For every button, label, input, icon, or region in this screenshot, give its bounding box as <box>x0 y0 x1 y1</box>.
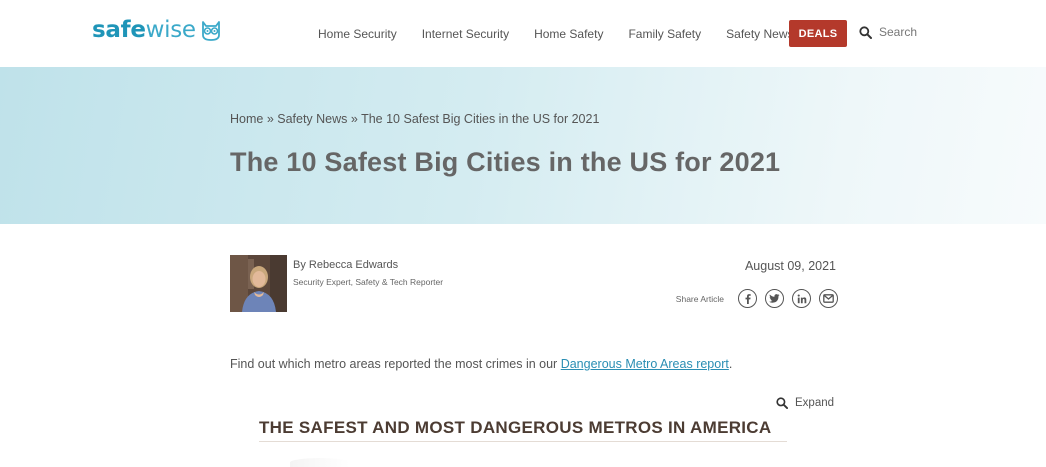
infographic-title: THE SAFEST AND MOST DANGEROUS METROS IN … <box>259 418 772 437</box>
author-name[interactable]: By Rebecca Edwards <box>293 259 398 271</box>
article-hero: Home » Safety News » The 10 Safest Big C… <box>0 67 1046 224</box>
breadcrumb-separator: » <box>347 112 362 126</box>
search-button[interactable]: Search <box>859 25 917 39</box>
breadcrumb-home[interactable]: Home <box>230 112 263 126</box>
breadcrumb: Home » Safety News » The 10 Safest Big C… <box>230 112 599 126</box>
breadcrumb-separator: » <box>263 112 278 126</box>
search-icon <box>776 397 788 409</box>
nav-internet-security[interactable]: Internet Security <box>422 27 509 41</box>
main-nav: Home Security Internet Security Home Saf… <box>318 0 819 67</box>
twitter-icon[interactable] <box>765 289 784 308</box>
intro-text-before: Find out which metro areas reported the … <box>230 357 561 371</box>
email-icon[interactable] <box>819 289 838 308</box>
page-title: The 10 Safest Big Cities in the US for 2… <box>230 147 781 177</box>
nav-safety-news[interactable]: Safety News <box>726 27 793 41</box>
deals-button[interactable]: DEALS <box>789 20 847 47</box>
intro-text-after: . <box>728 357 733 371</box>
facebook-icon[interactable] <box>738 289 757 308</box>
nav-home-safety[interactable]: Home Safety <box>534 27 603 41</box>
infographic-preview <box>290 458 350 467</box>
safewise-logo[interactable]: safewise <box>92 18 222 42</box>
logo-text-light: wise <box>145 16 196 43</box>
logo-text-strong: safe <box>92 16 146 43</box>
nav-home-security[interactable]: Home Security <box>318 27 397 41</box>
search-label: Search <box>879 25 918 39</box>
share-bar: Share Article <box>676 289 838 308</box>
share-label: Share Article <box>675 293 724 304</box>
site-header: safewise Home Security Internet Security… <box>0 0 1046 67</box>
owl-icon <box>201 21 220 41</box>
breadcrumb-safety-news[interactable]: Safety News <box>277 112 347 126</box>
search-icon <box>859 25 872 39</box>
nav-family-safety[interactable]: Family Safety <box>628 27 701 41</box>
logo-text: safewise <box>92 16 196 43</box>
expand-label: Expand <box>795 397 835 409</box>
intro-paragraph: Find out which metro areas reported the … <box>230 357 732 371</box>
author-role: Security Expert, Safety & Tech Reporter <box>293 277 444 287</box>
author-avatar[interactable] <box>230 255 287 312</box>
expand-button[interactable]: Expand <box>776 397 834 409</box>
author-photo <box>230 255 287 312</box>
dangerous-metro-areas-link[interactable]: Dangerous Metro Areas report <box>561 357 729 371</box>
linkedin-icon[interactable] <box>792 289 811 308</box>
infographic-divider <box>259 441 787 442</box>
publish-date: August 09, 2021 <box>744 259 836 273</box>
breadcrumb-current: The 10 Safest Big Cities in the US for 2… <box>361 112 600 126</box>
